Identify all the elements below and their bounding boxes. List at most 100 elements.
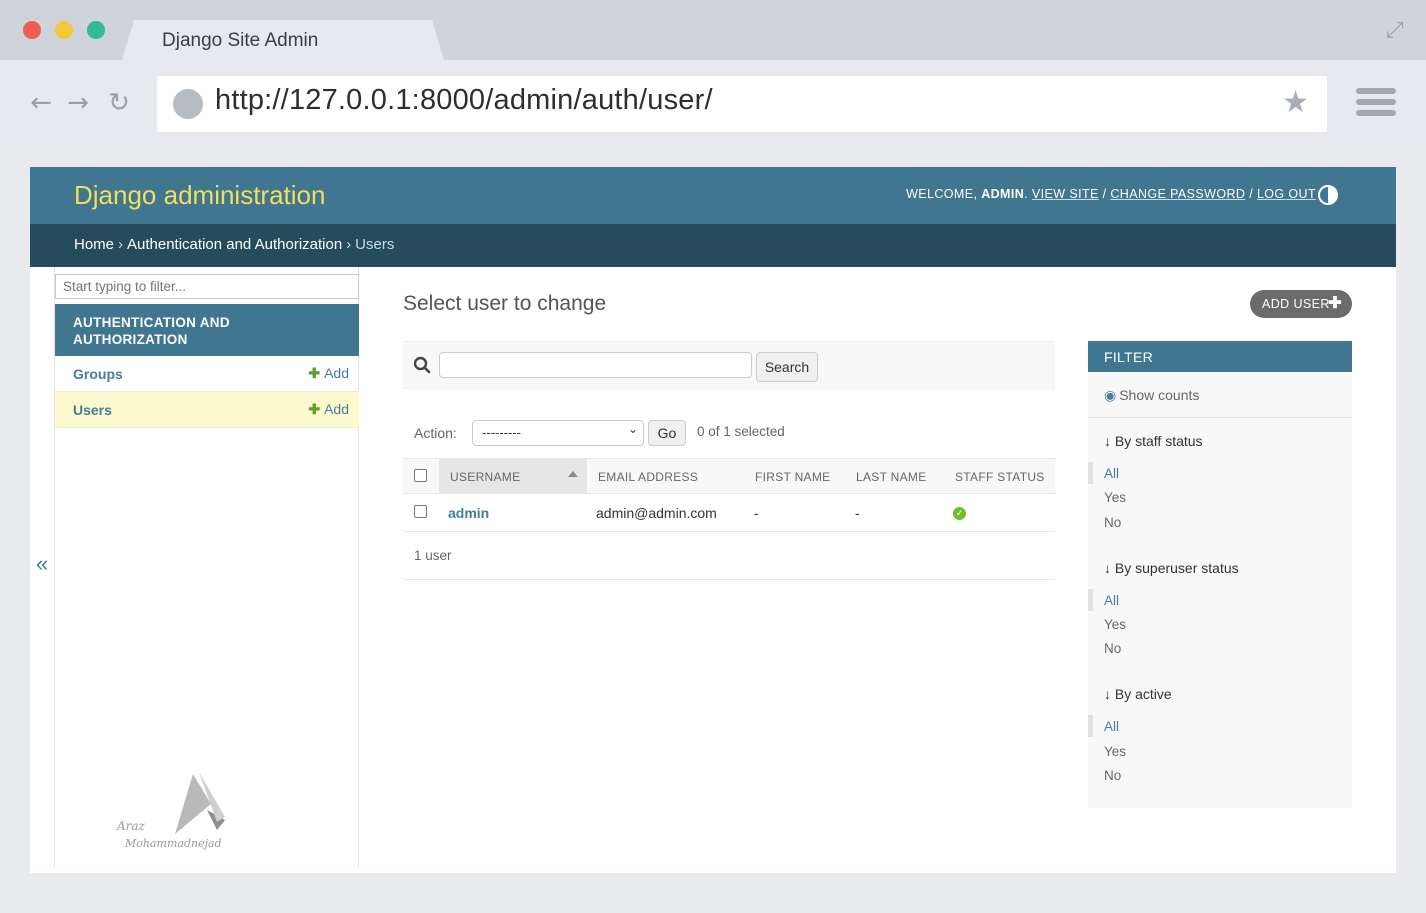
separator: /	[1249, 187, 1254, 201]
filter-option-yes[interactable]: Yes	[1104, 617, 1126, 632]
go-button[interactable]: Go	[648, 420, 686, 446]
filter-option-no[interactable]: No	[1104, 515, 1121, 530]
plus-icon: ✚	[1328, 295, 1342, 312]
breadcrumb-app[interactable]: Authentication and Authorization	[127, 236, 342, 253]
tab-title: Django Site Admin	[162, 30, 319, 51]
sidebar-item-users: Users ✚ Add	[55, 392, 359, 428]
actions-bar: Action: --------- ⌄ Go 0 of 1 selected	[403, 417, 1055, 457]
column-header-username[interactable]: USERNAME	[450, 470, 520, 484]
selected-indicator	[1088, 715, 1093, 737]
column-header-last-name[interactable]: LAST NAME	[856, 470, 927, 484]
svg-text:Araz: Araz	[116, 819, 146, 833]
table-row: admin admin@admin.com - - ✓	[403, 494, 1055, 532]
add-user-link[interactable]: ✚ Add	[308, 401, 349, 418]
change-password-link[interactable]: CHANGE PASSWORD	[1110, 187, 1245, 201]
welcome-username: ADMIN	[981, 187, 1025, 201]
action-label: Action:	[414, 425, 457, 441]
action-selected-value: ---------	[482, 425, 521, 440]
reload-icon[interactable]: ↻	[106, 90, 132, 116]
browser-chrome: Django Site Admin ⤢ ← → ↻ http://127.0.0…	[0, 0, 1426, 147]
view-site-link[interactable]: VIEW SITE	[1032, 187, 1099, 201]
toggle-nav-sidebar-button[interactable]: «	[36, 551, 48, 577]
filter-option-all[interactable]: All	[1104, 466, 1119, 481]
breadcrumb-separator: ›	[346, 236, 352, 253]
search-button[interactable]: Search	[756, 352, 818, 382]
last-name-cell: -	[855, 505, 860, 521]
sort-ascending-icon[interactable]	[568, 471, 578, 477]
column-header-email[interactable]: EMAIL ADDRESS	[598, 470, 698, 484]
sidebar-item-label[interactable]: Groups	[73, 366, 123, 382]
user-tools: WELCOME, ADMIN. VIEW SITE / CHANGE PASSW…	[906, 187, 1316, 201]
filter-option-all[interactable]: All	[1104, 719, 1119, 734]
admin-header: Django administration WELCOME, ADMIN. VI…	[30, 167, 1396, 224]
address-bar[interactable]: http://127.0.0.1:8000/admin/auth/user/ ★	[157, 76, 1327, 132]
chevron-down-icon: ⌄	[627, 422, 638, 436]
browser-toolbar: ← → ↻ http://127.0.0.1:8000/admin/auth/u…	[0, 60, 1426, 147]
filter-option-no[interactable]: No	[1104, 641, 1121, 656]
site-brand[interactable]: Django administration	[74, 180, 325, 211]
welcome-text: WELCOME,	[906, 187, 978, 201]
separator: /	[1102, 187, 1107, 201]
filter-option-no[interactable]: No	[1104, 768, 1121, 783]
select-all-checkbox[interactable]	[414, 469, 427, 482]
log-out-link[interactable]: LOG OUT	[1257, 187, 1316, 201]
column-header-first-name[interactable]: FIRST NAME	[755, 470, 830, 484]
username-link[interactable]: admin	[448, 505, 489, 521]
search-toolbar: Search	[403, 341, 1055, 389]
theme-toggle-icon[interactable]	[1318, 185, 1338, 205]
eye-icon: ◉	[1104, 387, 1117, 403]
filter-option-all[interactable]: All	[1104, 593, 1119, 608]
browser-tab[interactable]: Django Site Admin	[122, 20, 444, 60]
bookmark-star-icon[interactable]: ★	[1282, 86, 1309, 120]
minimize-window-button[interactable]	[55, 21, 73, 39]
filter-group-staff-status[interactable]: ↓ By staff status	[1104, 433, 1203, 449]
filter-group-active[interactable]: ↓ By active	[1104, 686, 1172, 702]
page-title: Select user to change	[403, 292, 607, 315]
nav-filter-input[interactable]	[55, 274, 359, 299]
url-text[interactable]: http://127.0.0.1:8000/admin/auth/user/	[215, 84, 713, 117]
breadcrumb: Home › Authentication and Authorization › Us…	[30, 224, 1396, 267]
globe-icon	[173, 89, 203, 119]
action-counter: 0 of 1 selected	[697, 424, 785, 439]
nav-sidebar: AUTHENTICATION AND AUTHORIZATION Groups …	[54, 267, 359, 867]
breadcrumb-home[interactable]: Home	[74, 236, 114, 253]
plus-icon: ✚	[308, 365, 321, 381]
watermark-logo: Araz Mohammadnejad	[116, 772, 225, 850]
back-arrow-icon[interactable]: ←	[28, 90, 54, 116]
search-icon	[413, 356, 431, 374]
sidebar-item-groups: Groups ✚ Add	[55, 356, 359, 392]
divider	[1088, 417, 1352, 418]
action-select[interactable]: --------- ⌄	[472, 420, 644, 446]
filter-option-yes[interactable]: Yes	[1104, 490, 1126, 505]
add-user-button[interactable]: ADD USER ✚	[1250, 290, 1352, 318]
filter-group-superuser-status[interactable]: ↓ By superuser status	[1104, 560, 1239, 576]
filter-title: FILTER	[1088, 341, 1352, 372]
paginator: 1 user	[403, 532, 1055, 580]
breadcrumb-separator: ›	[118, 236, 124, 253]
add-group-link[interactable]: ✚ Add	[308, 365, 349, 382]
hamburger-menu-icon[interactable]	[1356, 88, 1396, 120]
svg-text:Mohammadnejad: Mohammadnejad	[124, 837, 222, 850]
close-window-button[interactable]	[23, 21, 41, 39]
first-name-cell: -	[754, 505, 759, 521]
maximize-window-button[interactable]	[87, 21, 105, 39]
sidebar-item-label[interactable]: Users	[73, 402, 112, 418]
add-label: Add	[324, 365, 349, 381]
admin-page: Django administration WELCOME, ADMIN. VI…	[30, 167, 1396, 873]
show-counts-link[interactable]: ◉ Show counts	[1104, 387, 1199, 404]
column-header-staff-status[interactable]: STAFF STATUS	[955, 470, 1045, 484]
add-label: Add	[324, 401, 349, 417]
check-circle-icon: ✓	[953, 507, 966, 520]
forward-arrow-icon[interactable]: →	[65, 90, 91, 116]
search-input[interactable]	[439, 352, 752, 378]
filter-option-yes[interactable]: Yes	[1104, 744, 1126, 759]
expand-icon[interactable]: ⤢	[1386, 18, 1404, 43]
add-user-label: ADD USER	[1262, 297, 1330, 311]
app-caption-auth[interactable]: AUTHENTICATION AND AUTHORIZATION	[55, 304, 359, 356]
email-cell: admin@admin.com	[596, 505, 717, 521]
selected-indicator	[1088, 462, 1093, 484]
table-header: USERNAME EMAIL ADDRESS FIRST NAME LAST N…	[403, 458, 1055, 494]
show-counts-label: Show counts	[1119, 387, 1200, 403]
paginator-count: 1 user	[414, 548, 452, 563]
row-select-checkbox[interactable]	[414, 505, 427, 518]
